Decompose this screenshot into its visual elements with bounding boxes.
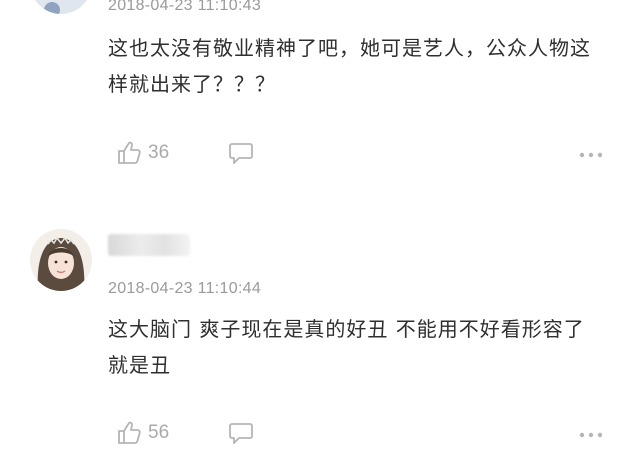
comment-actions: 56 [108, 419, 608, 447]
avatar-image [30, 229, 92, 291]
comment-bubble-icon [229, 423, 253, 444]
reply-button[interactable] [228, 141, 254, 169]
more-button[interactable] [578, 145, 604, 164]
avatar[interactable] [30, 229, 92, 291]
avatar[interactable] [30, 0, 92, 14]
comment-text: 这大脑门 爽子现在是真的好丑 不能用不好看形容了 就是丑 [108, 317, 585, 377]
thumbs-up-icon [118, 421, 141, 444]
comment-actions: 36 [108, 139, 608, 167]
thumbs-up-icon [118, 141, 141, 164]
comment-timestamp: 2018-04-23 11:10:43 [108, 0, 262, 14]
comment-bubble-icon [229, 143, 253, 164]
more-button[interactable] [578, 425, 604, 444]
username-blurred[interactable] [108, 234, 190, 256]
reply-button[interactable] [228, 421, 254, 449]
more-dots-icon [579, 152, 603, 158]
more-dots-icon [579, 432, 603, 438]
avatar-image [30, 0, 92, 14]
like-button[interactable]: 56 [116, 419, 169, 447]
like-count: 56 [148, 422, 170, 443]
comment-text: 这也太没有敬业精神了吧，她可是艺人，公众人物这样就出来了？？？ [108, 36, 591, 96]
like-button[interactable]: 36 [116, 139, 169, 167]
like-count: 36 [148, 142, 170, 163]
comment-timestamp: 2018-04-23 11:10:44 [108, 280, 262, 297]
